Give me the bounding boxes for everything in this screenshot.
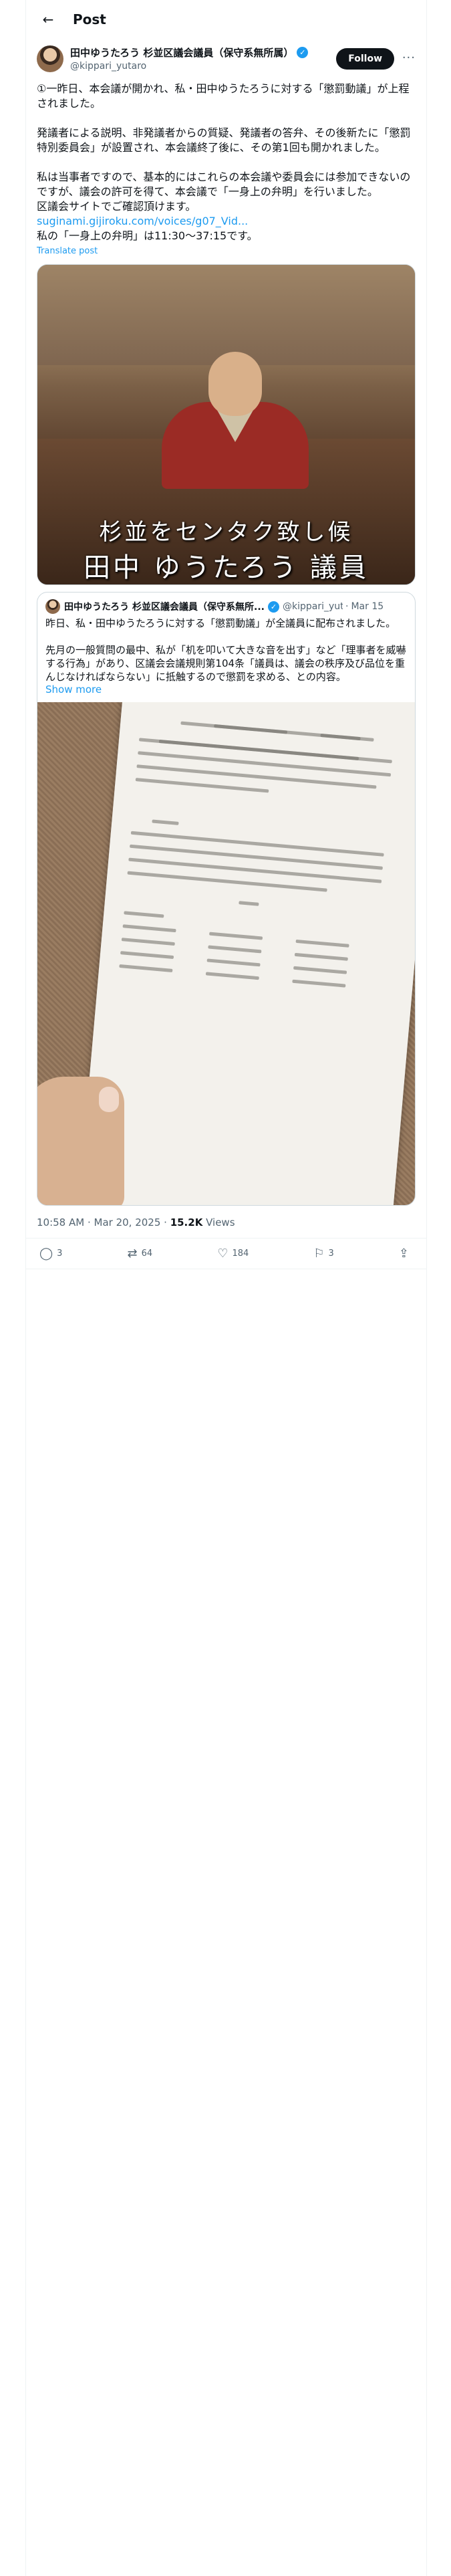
quoted-author-handle: @kippari_yut... [283,601,343,612]
follow-button[interactable]: Follow [336,48,394,70]
repost-button[interactable]: ⇄ 64 [128,1247,153,1261]
quoted-post-header: 田中ゆうたろう 杉並区議会議員（保守系無所... ✓ @kippari_yut.… [37,593,415,614]
author-name[interactable]: 田中ゆうたろう 杉並区議会議員（保守系無所属） [70,45,293,60]
quoted-avatar [45,599,60,614]
heart-icon: ♡ [217,1247,229,1261]
document-text-line [293,966,347,974]
document-text-line [120,951,174,960]
quoted-post-text: 昨日、私・田中ゆうたろうに対する「懲罰動議」が全議員に配布されました。 先月の一… [45,617,406,683]
document-text-line [205,972,259,980]
verified-badge-icon: ✓ [297,47,309,58]
document-text-line [138,738,392,764]
post-meta: 10:58 AM · Mar 20, 2025 · 15.2K Views [26,1206,426,1239]
quoted-author-name: 田中ゆうたろう 杉並区議会議員（保守系無所... [64,602,265,613]
post-column: ← Post 田中ゆうたろう 杉並区議会議員（保守系無所属） ✓ @kippar… [25,0,427,2576]
reply-icon: ◯ [39,1247,53,1261]
video-caption-line1: 杉並をセンタク致し候 [99,519,353,546]
avatar[interactable] [37,45,63,72]
views-label: Views [202,1216,235,1228]
author-names: 田中ゆうたろう 杉並区議会議員（保守系無所属） ✓ @kippari_yutar… [70,45,309,72]
document-text-line [122,924,176,933]
document-text-line [208,945,262,954]
reply-button[interactable]: ◯ 3 [39,1247,62,1261]
document-text-line [130,831,384,857]
verified-badge-icon: ✓ [268,601,279,613]
document-text-line [124,911,164,918]
tweet-body: ①一昨日、本会議が開かれ、私・田中ゆうたろうに対する「懲罰動議」が上程されました… [37,82,411,213]
quoted-post[interactable]: 田中ゆうたろう 杉並区議会議員（保守系無所... ✓ @kippari_yut.… [37,592,416,1206]
document-text-line [129,844,383,870]
repost-count: 64 [141,1249,153,1259]
speaker-head [208,352,262,416]
tweet-link[interactable]: suginami.gijiroku.com/voices/g07_Vid... [37,215,248,227]
translate-link[interactable]: Translate post [26,243,426,256]
quoted-post-photo[interactable] [37,702,415,1205]
thumbnail [99,1087,119,1112]
tweet-text: ①一昨日、本会議が開かれ、私・田中ゆうたろうに対する「懲罰動議」が上程されました… [26,72,426,243]
tweet-tail: 私の「一身上の弁明」は11:30〜37:15です。 [37,229,258,242]
repost-icon: ⇄ [127,1247,138,1261]
document-paper [78,702,415,1205]
author-header: 田中ゆうたろう 杉並区議会議員（保守系無所属） ✓ @kippari_yutar… [26,39,426,72]
document-text-line [295,939,349,948]
video-player[interactable]: 杉並をセンタク致し候 田中 ゆうたろう 議員 [37,264,416,585]
document-text-line [292,979,346,988]
separator-dot: · [345,601,349,612]
document-text-line [214,724,361,741]
post-timestamp[interactable]: 10:58 AM · Mar 20, 2025 · [37,1216,170,1228]
document-text-line [239,901,259,906]
action-bar: ◯ 3 ⇄ 64 ♡ 184 ⚐ 3 ⇪ [26,1239,426,1269]
page-title: Post [73,11,106,27]
document-text-line [135,778,269,793]
document-text-line [121,938,175,946]
like-button[interactable]: ♡ 184 [217,1247,249,1261]
bookmark-icon: ⚐ [313,1247,325,1261]
document-text-line [294,952,348,961]
quoted-post-date: Mar 15 [351,601,384,612]
document-text-line [119,964,173,972]
views-count: 15.2K [170,1216,203,1228]
document-text-line [206,958,261,967]
reply-count: 3 [57,1249,63,1259]
document-text-line [138,751,392,777]
share-button[interactable]: ⇪ [399,1247,413,1261]
arrow-left-icon[interactable]: ← [37,8,59,31]
author-name-line[interactable]: 田中ゆうたろう 杉並区議会議員（保守系無所属） ✓ [70,45,309,60]
document-text-line [128,857,382,883]
show-more-link[interactable]: Show more [37,683,415,702]
bookmark-button[interactable]: ⚐ 3 [313,1247,333,1261]
document-text-line [152,819,179,825]
share-icon: ⇪ [398,1247,409,1261]
top-bar: ← Post [26,0,426,39]
document-text-line [209,932,263,940]
more-options-icon[interactable]: ··· [402,51,416,65]
author-handle[interactable]: @kippari_yutaro [70,61,308,72]
video-caption-line2: 田中 ゆうたろう 議員 [83,552,369,583]
bookmark-count: 3 [328,1249,334,1259]
like-count: 184 [232,1249,249,1259]
video-background [37,265,415,365]
document-text-line [136,764,377,789]
